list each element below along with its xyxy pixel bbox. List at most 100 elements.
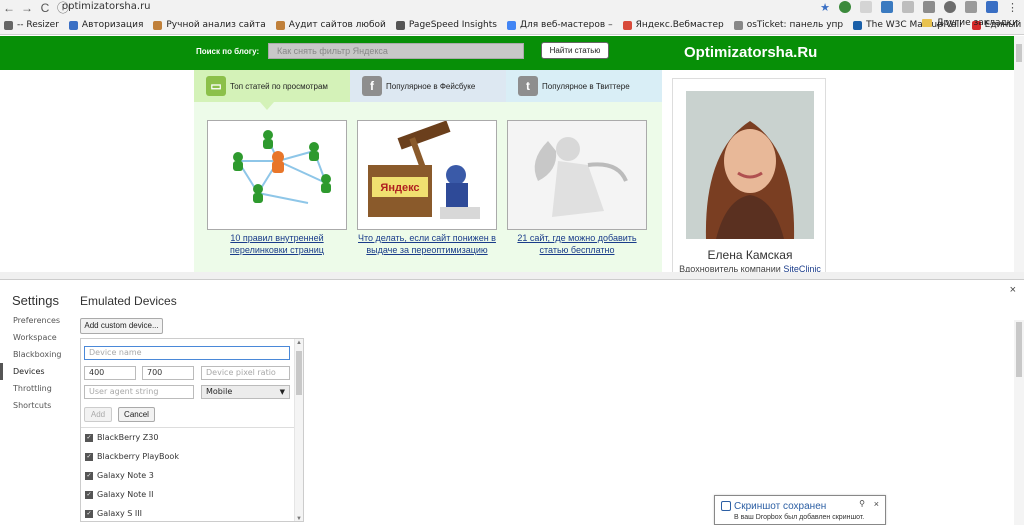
scroll-down-icon[interactable]: ▼ [296,516,302,521]
search-button[interactable]: Найти статью [541,42,609,59]
cancel-button[interactable]: Cancel [118,407,155,422]
tab-label: Популярное в Твиттере [542,81,630,91]
article-link[interactable]: 10 правил внутренней перелинковки страни… [202,232,352,258]
favicon-icon [622,20,632,30]
back-icon[interactable]: ← [0,1,18,15]
close-icon[interactable]: × [1010,284,1016,296]
tab-facebook[interactable]: f Популярное в Фейсбуке [350,70,506,102]
yandex-illustration: Яндекс [368,121,480,219]
device-type-value: Mobile [206,387,233,396]
author-role: Вдохновитель компании SiteClinic [673,264,827,272]
search-input[interactable]: Как снять фильтр Яндекса [268,43,524,59]
menu-icon[interactable]: ⋮ [1007,1,1018,14]
toolbar: ← → C ⓘ optimizatorsha.ru ★ ⋮ [0,0,1024,16]
bookmark-item[interactable]: Ручной анализ сайта [153,20,266,30]
device-list-item[interactable]: ✓ Blackberry PlayBook [81,447,295,466]
favicon-icon [395,20,405,30]
device-label: Galaxy S III [97,509,142,518]
bookmark-label: osTicket: панель упр [746,20,844,30]
article-link[interactable]: 21 сайт, где можно добавить статью беспл… [502,232,652,258]
page-viewport: Поиск по блогу: Как снять фильтр Яндекса… [0,36,1014,272]
settings-nav-workspace[interactable]: Workspace [0,329,68,346]
bookmark-item[interactable]: Авторизация [68,20,143,30]
bookmark-item[interactable]: Для веб-мастеров – [506,20,613,30]
article-tabs: ▭ Топ статей по просмотрам f Популярное … [194,70,662,110]
article-thumbnail-woman[interactable] [507,120,647,230]
company-link[interactable]: SiteClinic [783,264,821,272]
add-button[interactable]: Add [84,407,112,422]
forward-icon[interactable]: → [18,1,36,15]
extension-icon[interactable] [965,1,977,13]
scroll-thumb[interactable] [1016,44,1022,62]
add-custom-device-button[interactable]: Add custom device... [80,318,163,334]
settings-nav-throttling[interactable]: Throttling [0,380,68,397]
extension-icon[interactable] [923,1,935,13]
scroll-thumb[interactable] [296,351,302,395]
bookmark-item[interactable]: Аудит сайтов любой [275,20,386,30]
page-scrollbar[interactable] [1014,36,1024,272]
other-bookmarks[interactable]: Другие закладки [922,18,1018,28]
device-list-item[interactable]: ✓ Galaxy Note 3 [81,466,295,485]
chat-icon: ▭ [206,76,226,96]
pin-icon[interactable]: ⚲ [859,499,865,508]
author-photo [686,91,814,239]
bookmark-item[interactable]: Яндекс.Вебмастер [622,20,724,30]
twitter-icon: t [518,76,538,96]
tab-twitter[interactable]: t Популярное в Твиттере [506,70,662,102]
bookmark-label: PageSpeed Insights [408,20,497,30]
bookmark-star-icon[interactable]: ★ [820,1,830,14]
device-pixel-ratio-input[interactable]: Device pixel ratio [201,366,290,380]
device-name-input[interactable]: Device name [84,346,290,360]
extension-icon[interactable] [902,1,914,13]
article-thumbnail-network[interactable] [207,120,347,230]
device-checkbox[interactable]: ✓ [85,471,93,480]
settings-nav-shortcuts[interactable]: Shortcuts [0,397,68,414]
extension-icon[interactable] [944,1,956,13]
device-list-scrollbar[interactable]: ▲ ▼ [294,339,303,521]
extension-icon[interactable] [839,1,851,13]
extension-icon[interactable] [881,1,893,13]
address-bar[interactable]: optimizatorsha.ru [62,1,151,12]
site-title[interactable]: Optimizatorsha.Ru [684,44,817,61]
bookmark-item[interactable]: PageSpeed Insights [395,20,497,30]
device-list-item[interactable]: ✓ Galaxy Note II [81,485,295,504]
device-checkbox[interactable]: ✓ [85,452,93,461]
device-width-input[interactable]: 400 [84,366,136,380]
browser-window: ← → C ⓘ optimizatorsha.ru ★ ⋮ -- Resizer… [0,0,1024,525]
author-name: Елена Камская [707,248,793,262]
scroll-thumb[interactable] [1016,322,1022,377]
settings-nav-blackboxing[interactable]: Blackboxing [0,346,68,363]
bookmark-item[interactable]: osTicket: панель упр [733,20,844,30]
bookmark-label: Ручной анализ сайта [166,20,266,30]
article-link[interactable]: Что делать, если сайт понижен в выдаче з… [352,232,502,258]
woman-sketch-illustration [508,121,646,229]
settings-nav-preferences[interactable]: Preferences [0,312,68,329]
toast-text: В ваш Dropbox был добавлен скриншот. [734,514,865,521]
device-list: ✓ BlackBerry Z30 ✓ Blackberry PlayBook ✓ Gala… [81,427,295,521]
reload-icon[interactable]: C [36,1,54,15]
device-checkbox[interactable]: ✓ [85,433,93,442]
close-icon[interactable]: × [874,499,879,509]
device-list-item[interactable]: ✓ BlackBerry Z30 [81,428,295,447]
devtools-divider[interactable] [0,272,1024,280]
network-illustration [233,130,331,204]
notification-toast[interactable]: Скриншот сохранен В ваш Dropbox был доба… [714,495,886,525]
settings-nav-devices[interactable]: Devices [0,363,68,380]
extension-icon[interactable] [860,1,872,13]
article-thumbnail-yandex[interactable]: Яндекс [357,120,497,230]
device-height-input[interactable]: 700 [142,366,194,380]
extension-icon[interactable] [986,1,998,13]
favicon-icon [275,20,285,30]
author-portrait [686,91,814,239]
device-checkbox[interactable]: ✓ [85,509,93,518]
bookmark-label: Для веб-мастеров – [519,20,613,30]
bookmark-item[interactable]: -- Resizer [4,20,59,30]
device-checkbox[interactable]: ✓ [85,490,93,499]
user-agent-input[interactable]: User agent string [84,385,194,399]
device-list-item[interactable]: ✓ Galaxy S III [81,504,295,521]
tab-top-articles[interactable]: ▭ Топ статей по просмотрам [194,70,350,110]
device-type-select[interactable]: Mobile ▼ [201,385,290,399]
devtools-scrollbar[interactable] [1014,320,1024,525]
scroll-up-icon[interactable]: ▲ [296,340,302,346]
bookmarks-bar: -- Resizer Авторизация Ручной анализ сайта… [0,16,1024,35]
